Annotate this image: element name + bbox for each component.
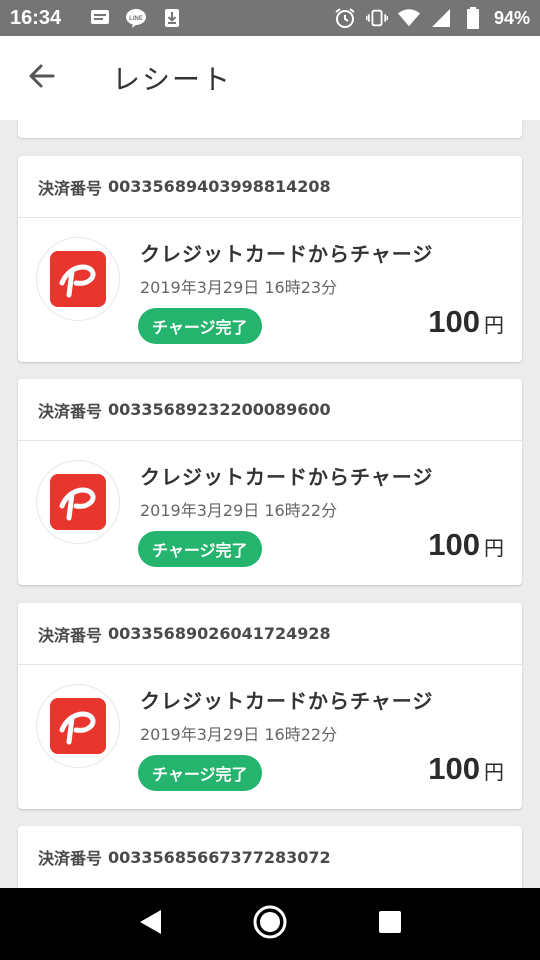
battery-icon [462, 7, 484, 29]
amount: 100 円 [428, 751, 504, 787]
paypay-logo [36, 684, 120, 768]
paypay-logo [36, 460, 120, 544]
receipt-body: クレジットカードからチャージ 2019年3月29日 16時22分 チャージ完了 … [18, 441, 522, 585]
payment-number-label: 決済番号 [38, 625, 103, 645]
receipt-body: クレジットカードからチャージ 2019年3月29日 16時23分 チャージ完了 … [18, 218, 522, 362]
transaction-datetime: 2019年3月29日 16時22分 [140, 501, 338, 520]
receipt-header: 決済番号 00335689026041724928 [18, 603, 522, 665]
arrow-left-icon [28, 62, 56, 94]
message-icon [89, 7, 111, 29]
nav-recents-button[interactable] [360, 894, 420, 954]
transaction-datetime: 2019年3月29日 16時23分 [140, 278, 338, 297]
payment-number-label: 決済番号 [38, 849, 103, 868]
transaction-title: クレジットカードからチャージ [140, 242, 434, 266]
nav-back-button[interactable] [120, 894, 180, 954]
vibrate-icon [365, 7, 388, 29]
status-badge: チャージ完了 [138, 755, 262, 791]
status-badge: チャージ完了 [138, 531, 262, 567]
paypay-logo [36, 237, 120, 321]
payment-number-label: 決済番号 [38, 178, 103, 198]
paypay-p-icon [50, 251, 106, 307]
page-title: レシート [112, 63, 233, 96]
alarm-icon [334, 7, 356, 29]
amount-value: 100 [428, 751, 480, 786]
signal-icon [430, 7, 452, 29]
receipt-card[interactable]: 決済番号 00335689232200089600 クレジットカードからチャージ… [18, 379, 522, 585]
payment-number: 00335685667377283072 [108, 847, 331, 867]
receipt-body: クレジットカードからチャージ 2019年3月29日 16時22分 チャージ完了 … [18, 665, 522, 809]
currency-unit: 円 [484, 313, 504, 337]
paypay-p-icon [50, 698, 106, 754]
receipt-list[interactable]: 決済番号 00335689403998814208 クレジットカードからチャージ… [0, 120, 540, 888]
paypay-p-icon [50, 474, 106, 530]
home-circle-icon [252, 904, 288, 944]
receipt-header: 決済番号 00335689403998814208 [18, 156, 522, 218]
amount-value: 100 [428, 527, 480, 562]
battery-percentage: 94% [493, 7, 530, 28]
transaction-title: クレジットカードからチャージ [140, 689, 434, 713]
recents-square-icon [377, 909, 403, 939]
status-badge: チャージ完了 [138, 308, 262, 344]
status-time: 16:34 [10, 6, 62, 29]
payment-number: 00335689232200089600 [108, 400, 331, 419]
status-right: 94% [334, 7, 530, 29]
svg-text:LINE: LINE [129, 16, 143, 22]
status-bar: 16:34 LINE 94% [0, 0, 540, 36]
app-bar: レシート [0, 36, 540, 120]
receipt-header: 決済番号 00335685667377283072 [18, 826, 522, 888]
amount: 100 円 [428, 304, 504, 340]
currency-unit: 円 [484, 536, 504, 560]
nav-home-button[interactable] [240, 894, 300, 954]
receipt-card-partial[interactable] [18, 120, 522, 138]
transaction-datetime: 2019年3月29日 16時22分 [140, 725, 338, 744]
receipt-card[interactable]: 決済番号 00335689026041724928 クレジットカードからチャージ… [18, 603, 522, 809]
line-app-icon: LINE [125, 7, 147, 29]
payment-number-label: 決済番号 [38, 401, 103, 421]
system-nav-bar [0, 888, 540, 960]
payment-number: 00335689403998814208 [108, 177, 331, 196]
wifi-icon [397, 7, 420, 29]
currency-unit: 円 [484, 760, 504, 784]
receipt-header: 決済番号 00335689232200089600 [18, 379, 522, 441]
receipt-card[interactable]: 決済番号 00335685667377283072 [18, 826, 522, 888]
download-icon [161, 7, 183, 29]
back-triangle-icon [137, 908, 163, 940]
back-button[interactable] [0, 36, 84, 120]
status-left: 16:34 LINE [10, 7, 183, 30]
payment-number: 00335689026041724928 [108, 624, 331, 643]
amount-value: 100 [428, 304, 480, 339]
amount: 100 円 [428, 527, 504, 563]
receipt-card[interactable]: 決済番号 00335689403998814208 クレジットカードからチャージ… [18, 156, 522, 362]
transaction-title: クレジットカードからチャージ [140, 465, 434, 489]
